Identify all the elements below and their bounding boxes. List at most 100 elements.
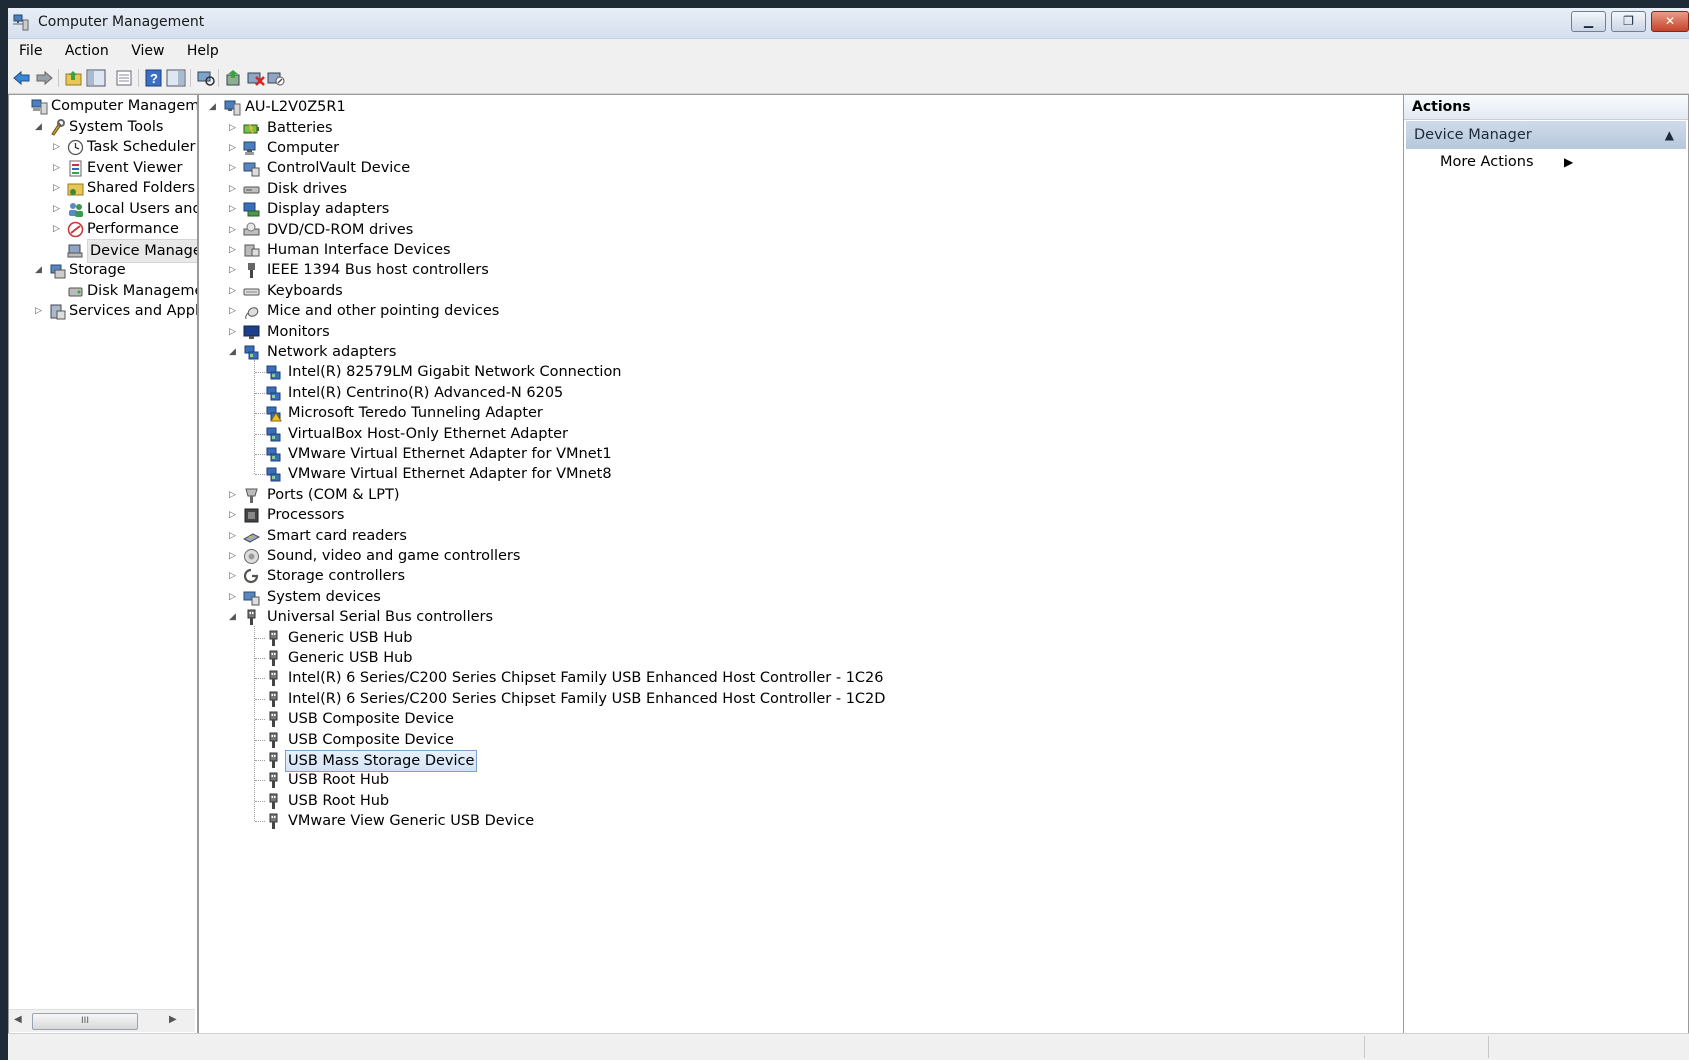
- properties-icon[interactable]: [114, 69, 134, 87]
- collapse-expander[interactable]: ◢: [35, 116, 42, 138]
- uninstall-icon[interactable]: [246, 69, 266, 87]
- expand-expander[interactable]: ▷: [229, 199, 236, 219]
- users-icon: [67, 201, 83, 217]
- usb-icon: [265, 670, 282, 687]
- device-label: USB Composite Device: [288, 731, 454, 748]
- device-label: Smart card readers: [267, 527, 407, 544]
- device-label: VirtualBox Host-Only Ethernet Adapter: [288, 425, 569, 442]
- device-label: Mice and other pointing devices: [267, 303, 500, 320]
- close-button[interactable]: ✕: [1651, 11, 1689, 32]
- horizontal-scrollbar[interactable]: ◀ III ▶: [9, 1009, 195, 1032]
- console-tree-item-label: Computer Management: [51, 98, 198, 114]
- usb-icon: [265, 732, 282, 749]
- help-icon[interactable]: ?: [144, 69, 164, 87]
- collapse-expander[interactable]: ◢: [209, 97, 216, 117]
- battery-icon: [243, 120, 260, 137]
- storage-controller-icon: [243, 568, 260, 585]
- usb-icon: [243, 609, 260, 626]
- collapse-caret-icon[interactable]: ▲: [1665, 121, 1674, 149]
- device-label: Generic USB Hub: [288, 649, 413, 666]
- device-label: VMware View Generic USB Device: [288, 813, 535, 830]
- expand-expander[interactable]: ▷: [229, 301, 236, 321]
- usb-icon: [265, 630, 282, 647]
- expand-expander[interactable]: ▷: [229, 485, 236, 505]
- expand-expander[interactable]: ▷: [35, 300, 42, 322]
- actions-header: Actions: [1404, 95, 1688, 120]
- usb-icon: [265, 650, 282, 667]
- back-arrow-icon[interactable]: [12, 69, 32, 87]
- tree-connector: [255, 739, 265, 741]
- toolbar-separator: [58, 69, 59, 87]
- expand-expander[interactable]: ▷: [53, 198, 60, 220]
- computer-icon: [224, 99, 241, 116]
- tree-connector: [254, 360, 255, 475]
- scroll-left-arrow[interactable]: ◀: [14, 1014, 22, 1025]
- expand-expander[interactable]: ▷: [53, 218, 60, 240]
- scroll-thumb[interactable]: III: [32, 1013, 138, 1030]
- device-label: USB Root Hub: [288, 792, 390, 809]
- disk-drive-icon: [243, 181, 260, 198]
- device-label: Human Interface Devices: [267, 241, 451, 258]
- expand-expander[interactable]: ▷: [229, 322, 236, 342]
- scroll-right-arrow[interactable]: ▶: [169, 1014, 177, 1025]
- expand-expander[interactable]: ▷: [53, 136, 60, 158]
- toolbar-separator: [190, 69, 191, 87]
- update-driver-icon[interactable]: [224, 69, 244, 87]
- network-adapter-icon: [243, 344, 260, 361]
- up-folder-icon[interactable]: [64, 69, 84, 87]
- network-adapter-icon: [265, 426, 282, 443]
- restore-button[interactable]: ❐: [1611, 11, 1646, 32]
- expand-expander[interactable]: ▷: [229, 281, 236, 301]
- expand-expander[interactable]: ▷: [53, 157, 60, 179]
- expand-expander[interactable]: ▷: [229, 505, 236, 525]
- expand-expander[interactable]: ▷: [229, 158, 236, 178]
- computer-management-app-icon: [13, 14, 29, 31]
- expand-expander[interactable]: ▷: [229, 179, 236, 199]
- expand-expander[interactable]: ▷: [229, 546, 236, 566]
- clock-icon: [67, 139, 84, 156]
- device-label: Universal Serial Bus controllers: [267, 609, 494, 626]
- device-label: Intel(R) 82579LM Gigabit Network Connect…: [288, 364, 622, 381]
- expand-expander[interactable]: ▷: [229, 526, 236, 546]
- collapse-expander[interactable]: ◢: [229, 607, 236, 627]
- expand-expander[interactable]: ▷: [229, 138, 236, 158]
- device-label: System devices: [267, 588, 381, 605]
- display-adapter-icon: [243, 201, 260, 218]
- disable-device-icon[interactable]: [266, 69, 286, 87]
- expand-expander[interactable]: ▷: [53, 177, 60, 199]
- expand-expander[interactable]: ▷: [229, 260, 236, 280]
- expand-expander[interactable]: ▷: [229, 240, 236, 260]
- device-label: Computer: [267, 139, 340, 156]
- collapse-expander[interactable]: ◢: [229, 342, 236, 362]
- expand-expander[interactable]: ▷: [229, 220, 236, 240]
- forward-arrow-icon[interactable]: [34, 69, 54, 87]
- processor-icon: [243, 507, 260, 524]
- menu-action[interactable]: Action: [56, 39, 118, 63]
- scan-hardware-icon[interactable]: [196, 69, 216, 87]
- console-tree-item-label: Shared Folders: [87, 180, 196, 196]
- title-bar[interactable]: Computer Management ▁ ❐ ✕: [8, 8, 1689, 39]
- device-label: Microsoft Teredo Tunneling Adapter: [288, 405, 543, 422]
- usb-icon: [265, 711, 282, 728]
- collapse-expander[interactable]: ◢: [35, 259, 42, 281]
- minimize-button[interactable]: ▁: [1571, 11, 1606, 32]
- show-hide-action-pane-icon[interactable]: [166, 69, 186, 87]
- menu-help[interactable]: Help: [178, 39, 228, 63]
- expand-expander[interactable]: ▷: [229, 118, 236, 138]
- more-actions-item[interactable]: More Actions: [1440, 152, 1534, 172]
- computer-management-window: Computer Management ▁ ❐ ✕ File Action Vi…: [8, 8, 1689, 1060]
- menu-file[interactable]: File: [8, 39, 51, 63]
- controlvault-icon: [243, 160, 260, 177]
- window-title: Computer Management: [38, 14, 205, 30]
- network-adapter-icon: [265, 364, 282, 381]
- menu-view[interactable]: View: [122, 39, 173, 63]
- actions-section-device-manager[interactable]: Device Manager ▲: [1406, 121, 1686, 149]
- expand-expander[interactable]: ▷: [229, 566, 236, 586]
- device-label: Monitors: [267, 323, 330, 340]
- svg-text:?: ?: [150, 71, 158, 86]
- disk-management-icon: [67, 283, 83, 299]
- show-hide-tree-icon[interactable]: [86, 69, 106, 87]
- shared-folders-icon: [67, 180, 84, 196]
- submenu-arrow-icon[interactable]: ▶: [1564, 152, 1573, 172]
- expand-expander[interactable]: ▷: [229, 587, 236, 607]
